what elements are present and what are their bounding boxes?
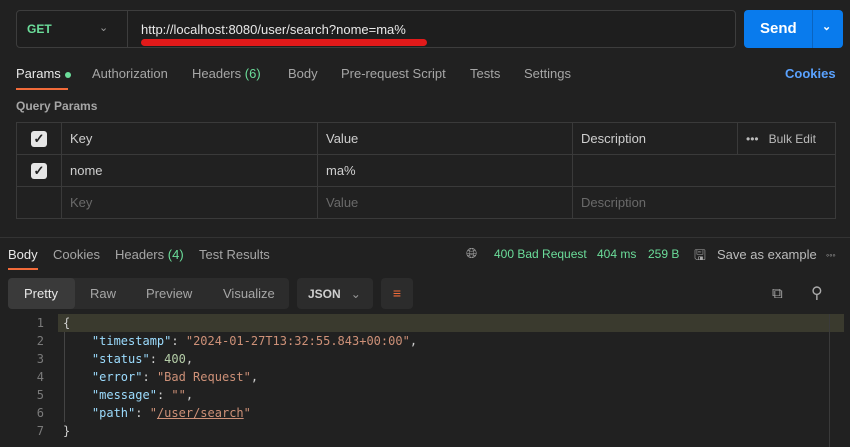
copy-icon[interactable]: ⧉ (772, 285, 783, 302)
json-key: "timestamp" (91, 334, 172, 348)
chevron-down-icon: ⌄ (350, 287, 361, 301)
column-value: Value (317, 122, 573, 155)
param-value[interactable]: ma% (317, 154, 573, 187)
row-checkbox[interactable]: ✓ (31, 162, 47, 179)
divider (812, 10, 813, 48)
response-size[interactable]: 259 B (648, 247, 679, 261)
line-number: 1 (36, 316, 44, 330)
description-placeholder[interactable]: Description (572, 186, 836, 219)
response-tab-cookies[interactable]: Cookies (53, 247, 100, 262)
line-number: 3 (36, 352, 44, 366)
divider (127, 11, 128, 47)
json-value: 400 (164, 352, 186, 366)
param-description[interactable] (572, 154, 836, 187)
more-options-icon[interactable]: ◦◦◦ (826, 250, 836, 260)
format-select[interactable]: JSON ⌄ (297, 278, 373, 309)
line-number: 5 (36, 388, 44, 402)
tab-pre-request-script[interactable]: Pre-request Script (341, 66, 446, 81)
url-input[interactable]: http://localhost:8080/user/search?nome=m… (141, 22, 406, 37)
globe-icon[interactable]: 🌐︎ (466, 245, 477, 262)
json-key: "message" (91, 388, 157, 402)
tab-body[interactable]: Body (288, 66, 318, 81)
column-key: Key (61, 122, 318, 155)
line-number: 6 (36, 406, 44, 420)
json-value: "" (171, 388, 186, 402)
scrollbar-track[interactable] (829, 314, 830, 447)
param-key[interactable]: nome (61, 154, 318, 187)
response-body-editor[interactable]: 1{ 2 "timestamp": "2024-01-27T13:32:55.8… (0, 314, 850, 440)
json-key: "error" (91, 370, 143, 384)
bulk-edit-button[interactable]: ••• Bulk Edit (737, 122, 836, 155)
response-time[interactable]: 404 ms (597, 247, 636, 261)
response-tab-test-results[interactable]: Test Results (199, 247, 270, 262)
save-icon[interactable]: 🖫︎ (694, 245, 706, 269)
method-select[interactable]: GET (27, 22, 52, 36)
search-icon[interactable]: ⚲ (811, 283, 823, 303)
tab-headers[interactable]: Headers (6) (192, 66, 261, 81)
chevron-down-icon[interactable]: ⌄ (99, 21, 108, 34)
send-label: Send (760, 20, 797, 37)
value-placeholder[interactable]: Value (317, 186, 573, 219)
tab-settings[interactable]: Settings (524, 66, 571, 81)
send-button[interactable]: Send ⌄ (744, 10, 843, 48)
view-pretty[interactable]: Pretty (8, 278, 75, 309)
url-bar: GET ⌄ http://localhost:8080/user/search?… (16, 10, 736, 48)
save-as-example-button[interactable]: Save as example (717, 247, 817, 262)
response-tab-headers[interactable]: Headers (4) (115, 247, 184, 262)
red-annotation-underline (141, 39, 427, 46)
select-all-checkbox[interactable]: ✓ (31, 130, 47, 147)
json-value: "2024-01-27T13:32:55.843+00:00" (185, 334, 410, 348)
table-row-empty: Key Value Description (16, 186, 836, 219)
line-number: 2 (36, 334, 44, 348)
view-preview[interactable]: Preview (146, 286, 192, 301)
json-key: "path" (91, 406, 136, 420)
active-tab-underline (8, 268, 38, 270)
table-row: ✓ nome ma% (16, 154, 836, 187)
tab-params[interactable]: Params (16, 66, 71, 81)
json-link-value[interactable]: /user/search (157, 406, 244, 420)
pane-divider[interactable] (0, 237, 850, 238)
json-value: "Bad Request" (156, 370, 251, 384)
status-code[interactable]: 400 Bad Request (494, 247, 587, 261)
params-dot-indicator (64, 71, 71, 78)
tab-tests[interactable]: Tests (470, 66, 500, 81)
column-description: Description (572, 122, 738, 155)
response-tab-body[interactable]: Body (8, 247, 38, 262)
cookies-link[interactable]: Cookies (785, 66, 836, 81)
tab-authorization[interactable]: Authorization (92, 66, 168, 81)
table-header-row: ✓ Key Value Description ••• Bulk Edit (16, 122, 836, 155)
active-tab-underline (16, 88, 68, 90)
view-raw[interactable]: Raw (90, 286, 116, 301)
key-placeholder[interactable]: Key (61, 186, 318, 219)
view-visualize[interactable]: Visualize (223, 286, 275, 301)
view-mode-selector: Pretty Raw Preview Visualize (8, 278, 289, 309)
query-params-title: Query Params (16, 99, 98, 113)
json-key: "status" (91, 352, 150, 366)
more-icon: ••• (746, 131, 759, 146)
chevron-down-icon[interactable]: ⌄ (822, 20, 831, 33)
wrap-lines-icon[interactable]: ≡ (381, 278, 413, 309)
line-number: 7 (36, 424, 44, 438)
query-params-table: ✓ Key Value Description ••• Bulk Edit ✓ … (16, 122, 836, 219)
line-number: 4 (36, 370, 44, 384)
